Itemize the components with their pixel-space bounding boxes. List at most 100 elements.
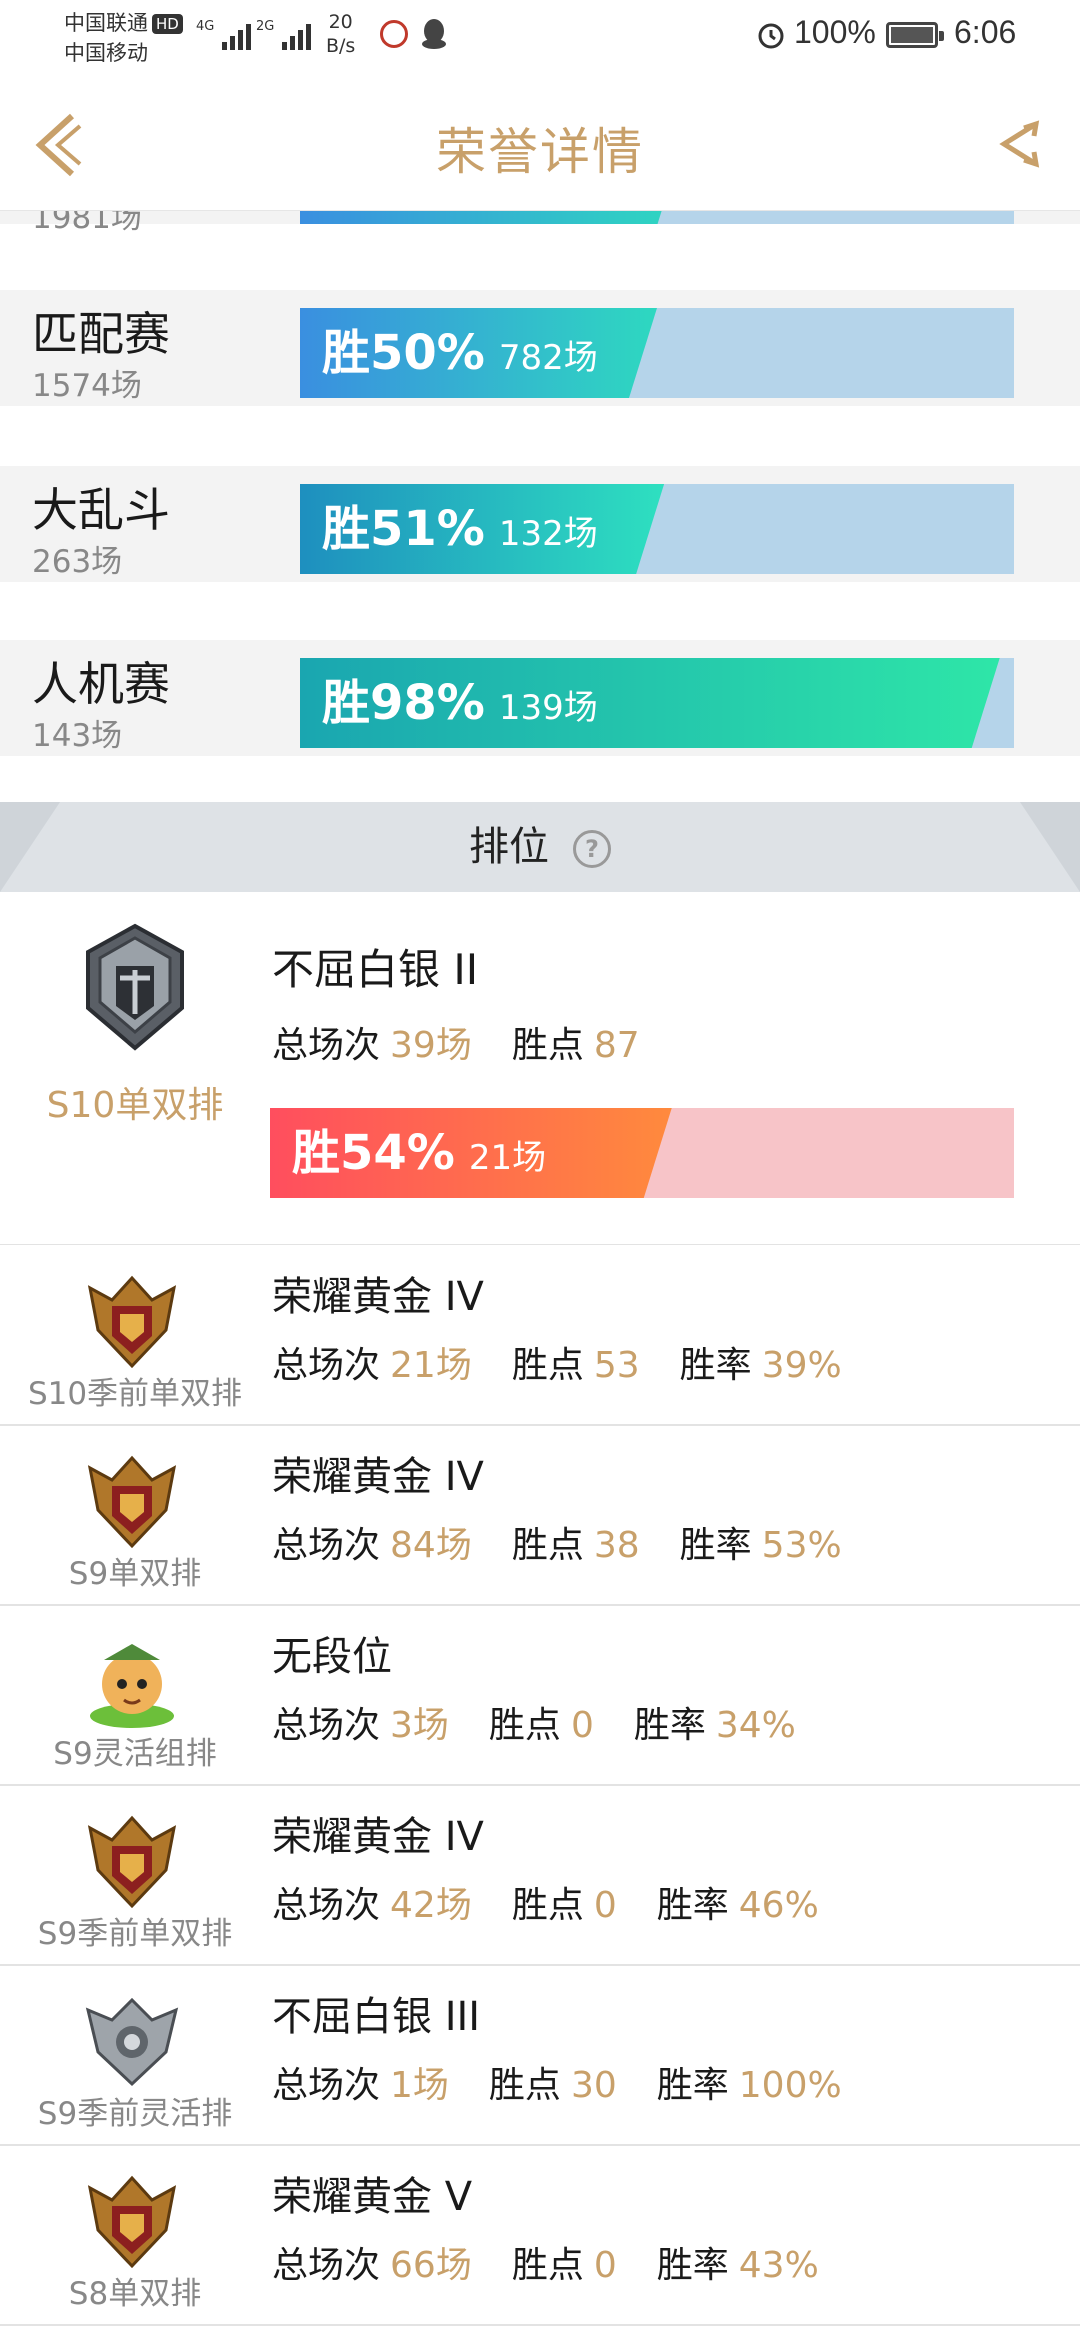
season-stats: 总场次 66场 胜点 0 胜率 43% <box>272 2236 859 2288</box>
games-value: 39场 <box>390 1025 472 1066</box>
ranked-section-header: 排位? <box>0 802 1080 892</box>
mode-count: 143场 <box>32 718 123 754</box>
season-rank: 荣耀黄金 IV <box>272 1814 484 1860</box>
season-stats: 总场次 42场 胜点 0 胜率 46% <box>272 1876 859 1928</box>
hd-badge: HD <box>152 14 183 34</box>
points-label: 胜点 <box>488 1705 561 1746</box>
current-win-games: 21场 <box>468 1138 547 1178</box>
season-name: S9季前灵活排 <box>37 2096 233 2132</box>
current-stats: 总场次 39场 胜点 87 <box>272 1016 680 1068</box>
carrier-info: 中国联通 HD 中国移动 <box>64 8 183 68</box>
points-label: 胜点 <box>511 2245 584 2286</box>
winrate-label: 胜率 <box>656 2065 729 2106</box>
carrier-2: 中国移动 <box>64 41 148 65</box>
games-value: 21场 <box>390 1345 472 1386</box>
mode-row[interactable]: 匹配赛 1574场 胜50% 782场 <box>0 290 1080 406</box>
winrate-value: 100% <box>738 2065 842 2106</box>
season-name: S9单双排 <box>68 1556 202 1592</box>
clock: 6:06 <box>954 14 1017 50</box>
win-games: 782场 <box>498 338 598 378</box>
games-value: 1场 <box>390 2065 449 2106</box>
winrate-label: 胜率 <box>679 1345 752 1386</box>
silver-rank-badge-icon <box>86 923 184 1051</box>
season-rank: 荣耀黄金 IV <box>272 1274 484 1320</box>
network-type-1: 4G <box>196 19 214 34</box>
gold-rank-badge-icon <box>87 1275 177 1369</box>
current-rank: 不屈白银 II <box>272 945 479 994</box>
winrate-value: 39% <box>761 1345 842 1386</box>
battery-icon <box>886 22 944 48</box>
season-rank: 无段位 <box>272 1634 392 1680</box>
season-history-row[interactable]: S9季前灵活排 不屈白银 III 总场次 1场 胜点 30 胜率 100% <box>0 1966 1080 2146</box>
points-value: 0 <box>570 1705 594 1746</box>
app-header: 荣誉详情 <box>0 80 1080 211</box>
page-title: 荣誉详情 <box>436 123 644 181</box>
mode-count: 263场 <box>32 544 123 580</box>
unranked-teemo-icon <box>90 1644 174 1728</box>
share-button[interactable] <box>990 114 1050 174</box>
games-label: 总场次 <box>272 1525 381 1566</box>
season-rank: 荣耀黄金 IV <box>272 1454 484 1500</box>
winrate-bar: 胜51% 132场 <box>300 484 1014 574</box>
app-notification-icon <box>380 20 408 48</box>
winrate-label: 胜率 <box>633 1705 706 1746</box>
points-value: 0 <box>593 1885 617 1926</box>
points-label: 胜点 <box>511 1525 584 1566</box>
games-value: 3场 <box>390 1705 449 1746</box>
games-label: 总场次 <box>272 1025 381 1066</box>
season-history-row[interactable]: S9灵活组排 无段位总场次 3场 胜点 0 胜率 34% <box>0 1606 1080 1786</box>
season-name: S8单双排 <box>68 2276 202 2312</box>
points-label: 胜点 <box>511 1025 584 1066</box>
battery-percent: 100% <box>794 14 876 50</box>
season-history-row[interactable]: S8单双排 荣耀黄金 V 总场次 66场 胜点 0 胜率 43% <box>0 2146 1080 2326</box>
carrier-1: 中国联通 <box>64 11 148 35</box>
winrate-bar: 胜98% 139场 <box>300 658 1014 748</box>
mode-row[interactable]: 大乱斗 263场 胜51% 132场 <box>0 466 1080 582</box>
points-label: 胜点 <box>511 1345 584 1386</box>
gold-rank-badge-icon <box>87 1455 177 1549</box>
games-label: 总场次 <box>272 1705 381 1746</box>
season-rank: 不屈白银 III <box>272 1994 481 2040</box>
points-value: 53 <box>593 1345 640 1386</box>
ranked-title: 排位 <box>469 824 549 870</box>
points-label: 胜点 <box>488 2065 561 2106</box>
points-label: 胜点 <box>511 1885 584 1926</box>
winrate-label: 胜率 <box>656 1885 729 1926</box>
current-winrate-label: 胜54% <box>292 1125 455 1181</box>
current-season-card[interactable]: S10单双排 不屈白银 II 总场次 39场 胜点 87 胜54% 21场 <box>0 892 1080 1245</box>
games-value: 84场 <box>390 1525 472 1566</box>
gold-rank-badge-icon <box>87 1815 177 1909</box>
winrate-label: 胜51% <box>322 501 485 557</box>
season-rank: 荣耀黄金 V <box>272 2174 473 2220</box>
mode-name: 大乱斗 <box>32 483 170 537</box>
win-games: 139场 <box>498 688 598 728</box>
points-value: 87 <box>593 1025 640 1066</box>
season-stats: 总场次 3场 胜点 0 胜率 34% <box>272 1696 836 1748</box>
winrate-value: 43% <box>738 2245 819 2286</box>
winrate-value: 53% <box>761 1525 842 1566</box>
season-history-row[interactable]: S10季前单双排 荣耀黄金 IV 总场次 21场 胜点 53 胜率 39% <box>0 1246 1080 1426</box>
current-season-name: S10单双排 <box>46 1085 224 1126</box>
winrate-value: 34% <box>715 1705 796 1746</box>
mode-name: 人机赛 <box>32 657 170 711</box>
season-stats: 总场次 1场 胜点 30 胜率 100% <box>272 2056 882 2108</box>
winrate-label: 胜50% <box>322 325 485 381</box>
games-label: 总场次 <box>272 2245 381 2286</box>
mode-name: 匹配赛 <box>32 307 170 361</box>
mode-row[interactable]: 人机赛 143场 胜98% 139场 <box>0 640 1080 756</box>
win-games: 132场 <box>498 514 598 554</box>
alarm-icon <box>758 23 784 49</box>
current-winrate-bar: 胜54% 21场 <box>270 1108 1014 1198</box>
season-name: S9灵活组排 <box>53 1736 217 1772</box>
season-name: S9季前单双排 <box>37 1916 233 1952</box>
season-stats: 总场次 21场 胜点 53 胜率 39% <box>272 1336 882 1388</box>
net-speed: 20 B/s <box>326 11 356 57</box>
network-type-2: 2G <box>256 19 274 34</box>
season-history-row[interactable]: S9单双排 荣耀黄金 IV 总场次 84场 胜点 38 胜率 53% <box>0 1426 1080 1606</box>
gold-rank-badge-icon <box>87 2175 177 2269</box>
games-value: 42场 <box>390 1885 472 1926</box>
help-question-icon[interactable]: ? <box>573 830 611 868</box>
qq-icon <box>422 19 446 49</box>
season-history-row[interactable]: S9季前单双排 荣耀黄金 IV 总场次 42场 胜点 0 胜率 46% <box>0 1786 1080 1966</box>
season-name: S10季前单双排 <box>27 1376 243 1412</box>
